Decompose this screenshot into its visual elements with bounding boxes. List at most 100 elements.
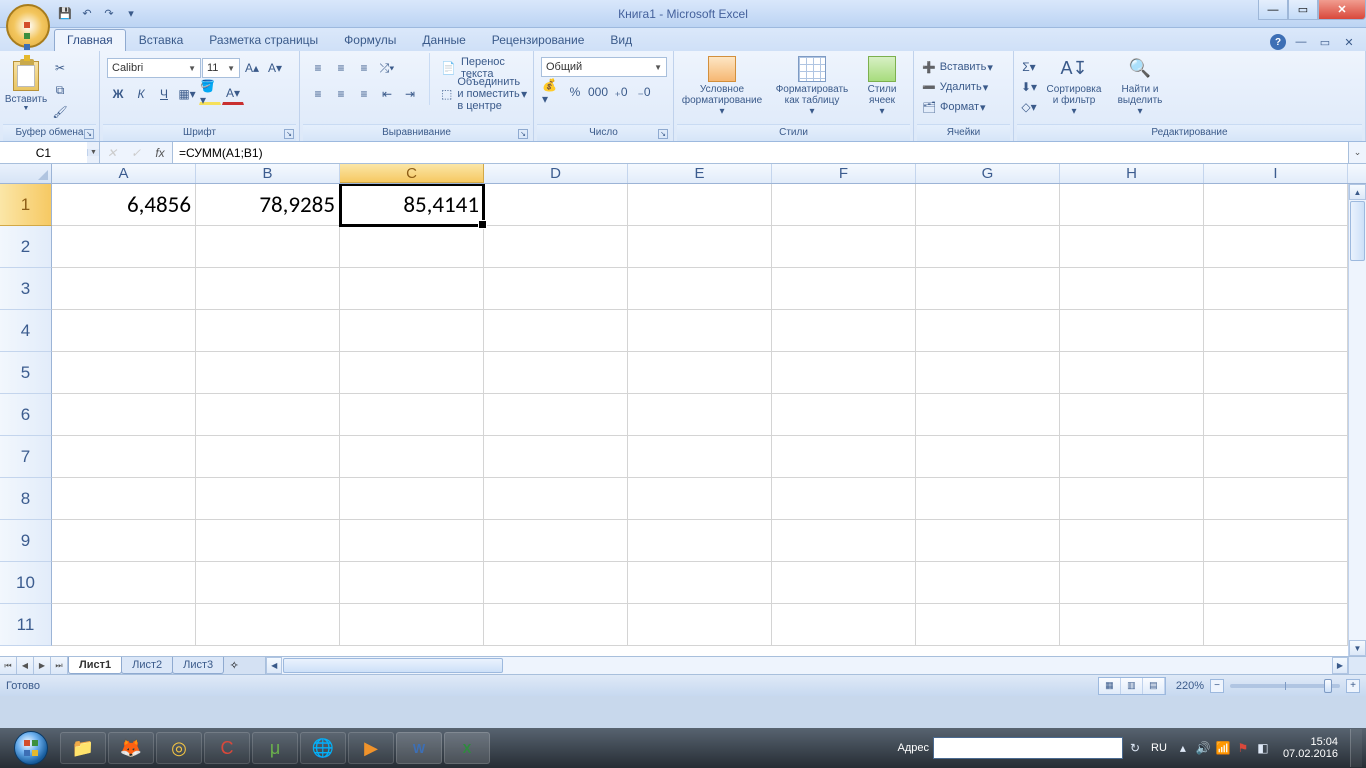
cell-D6[interactable]: [484, 394, 628, 436]
doc-close-button[interactable]: ✕: [1340, 33, 1358, 51]
vertical-scrollbar[interactable]: ▲ ▼: [1348, 184, 1366, 656]
sheet-nav-next-icon[interactable]: ▶: [34, 657, 51, 674]
number-launcher-icon[interactable]: ↘: [658, 129, 668, 139]
bold-button[interactable]: Ж: [107, 83, 129, 105]
zoom-slider[interactable]: [1230, 684, 1340, 688]
font-color-icon[interactable]: A▾: [222, 83, 244, 105]
hscroll-thumb[interactable]: [283, 658, 503, 673]
cell-C11[interactable]: [340, 604, 484, 646]
qat-save-icon[interactable]: 💾: [56, 5, 74, 23]
cell-F2[interactable]: [772, 226, 916, 268]
cell-I2[interactable]: [1204, 226, 1348, 268]
cell-A5[interactable]: [52, 352, 196, 394]
ribbon-tab-0[interactable]: Главная: [54, 29, 126, 51]
row-header[interactable]: 4: [0, 310, 52, 352]
zoom-in-button[interactable]: +: [1346, 679, 1360, 693]
cell-I6[interactable]: [1204, 394, 1348, 436]
ribbon-tab-2[interactable]: Разметка страницы: [196, 29, 331, 51]
cell-A3[interactable]: [52, 268, 196, 310]
row-header[interactable]: 8: [0, 478, 52, 520]
cell-B1[interactable]: 78,9285: [196, 184, 340, 226]
cell-E4[interactable]: [628, 310, 772, 352]
cell-G9[interactable]: [916, 520, 1060, 562]
cell-B8[interactable]: [196, 478, 340, 520]
fill-icon[interactable]: ⬇▾: [1019, 77, 1039, 97]
cell-C8[interactable]: [340, 478, 484, 520]
italic-button[interactable]: К: [130, 83, 152, 105]
cell-B5[interactable]: [196, 352, 340, 394]
taskbar-app-icon[interactable]: ◎: [156, 732, 202, 764]
cell-G2[interactable]: [916, 226, 1060, 268]
ribbon-tab-5[interactable]: Рецензирование: [479, 29, 598, 51]
cell-I10[interactable]: [1204, 562, 1348, 604]
cell-A11[interactable]: [52, 604, 196, 646]
cell-C6[interactable]: [340, 394, 484, 436]
currency-icon[interactable]: 💰▾: [541, 81, 563, 103]
view-normal-icon[interactable]: ▦: [1099, 678, 1121, 694]
taskbar-excel-icon[interactable]: X: [444, 732, 490, 764]
row-header[interactable]: 1: [0, 184, 52, 226]
vscroll-thumb[interactable]: [1350, 201, 1365, 261]
cell-C9[interactable]: [340, 520, 484, 562]
window-close-button[interactable]: [1318, 0, 1366, 20]
cell-D10[interactable]: [484, 562, 628, 604]
cell-H6[interactable]: [1060, 394, 1204, 436]
cell-B7[interactable]: [196, 436, 340, 478]
tray-volume-icon[interactable]: 🔊: [1195, 740, 1211, 756]
cell-D8[interactable]: [484, 478, 628, 520]
row-header[interactable]: 6: [0, 394, 52, 436]
column-header[interactable]: H: [1060, 164, 1204, 183]
cell-B11[interactable]: [196, 604, 340, 646]
cell-G11[interactable]: [916, 604, 1060, 646]
insert-cells-button[interactable]: ➕ Вставить ▾: [919, 57, 996, 77]
cell-G6[interactable]: [916, 394, 1060, 436]
column-header[interactable]: G: [916, 164, 1060, 183]
qat-undo-icon[interactable]: ↶: [78, 5, 96, 23]
orientation-icon[interactable]: ⤮▾: [376, 57, 398, 79]
conditional-formatting-button[interactable]: Условное форматирование▾: [677, 53, 767, 119]
row-header[interactable]: 2: [0, 226, 52, 268]
taskbar-chrome-icon[interactable]: 🌐: [300, 732, 346, 764]
format-as-table-button[interactable]: Форматировать как таблицу▾: [767, 53, 857, 119]
cell-I11[interactable]: [1204, 604, 1348, 646]
cell-A1[interactable]: 6,4856: [52, 184, 196, 226]
underline-button[interactable]: Ч: [153, 83, 175, 105]
cell-I4[interactable]: [1204, 310, 1348, 352]
cell-I3[interactable]: [1204, 268, 1348, 310]
cell-F1[interactable]: [772, 184, 916, 226]
cell-I9[interactable]: [1204, 520, 1348, 562]
clear-icon[interactable]: ◇▾: [1019, 97, 1039, 117]
office-button[interactable]: [6, 4, 50, 48]
start-button[interactable]: [4, 729, 58, 767]
help-icon[interactable]: ?: [1270, 34, 1286, 50]
column-header[interactable]: F: [772, 164, 916, 183]
sheet-nav-last-icon[interactable]: ⏭: [51, 657, 68, 674]
tray-network-icon[interactable]: 📶: [1215, 740, 1231, 756]
cell-G1[interactable]: [916, 184, 1060, 226]
taskbar-firefox-icon[interactable]: 🦊: [108, 732, 154, 764]
row-header[interactable]: 10: [0, 562, 52, 604]
cell-C5[interactable]: [340, 352, 484, 394]
cell-B10[interactable]: [196, 562, 340, 604]
cell-F4[interactable]: [772, 310, 916, 352]
address-go-icon[interactable]: ↻: [1127, 740, 1143, 756]
cell-F11[interactable]: [772, 604, 916, 646]
cell-H3[interactable]: [1060, 268, 1204, 310]
taskbar-word-icon[interactable]: W: [396, 732, 442, 764]
font-size-combo[interactable]: 11▼: [202, 58, 240, 78]
cell-C1[interactable]: 85,4141: [340, 184, 484, 226]
cell-H7[interactable]: [1060, 436, 1204, 478]
scroll-down-icon[interactable]: ▼: [1349, 640, 1366, 656]
name-box[interactable]: [0, 142, 87, 163]
cell-E11[interactable]: [628, 604, 772, 646]
cell-D5[interactable]: [484, 352, 628, 394]
row-header[interactable]: 3: [0, 268, 52, 310]
sheet-tab[interactable]: Лист3: [172, 657, 224, 674]
format-painter-icon[interactable]: 🖌: [49, 101, 71, 123]
cell-E7[interactable]: [628, 436, 772, 478]
cell-G10[interactable]: [916, 562, 1060, 604]
cell-H9[interactable]: [1060, 520, 1204, 562]
cancel-formula-icon[interactable]: ✕: [100, 146, 124, 160]
copy-icon[interactable]: ⧉: [49, 79, 71, 101]
cell-D7[interactable]: [484, 436, 628, 478]
